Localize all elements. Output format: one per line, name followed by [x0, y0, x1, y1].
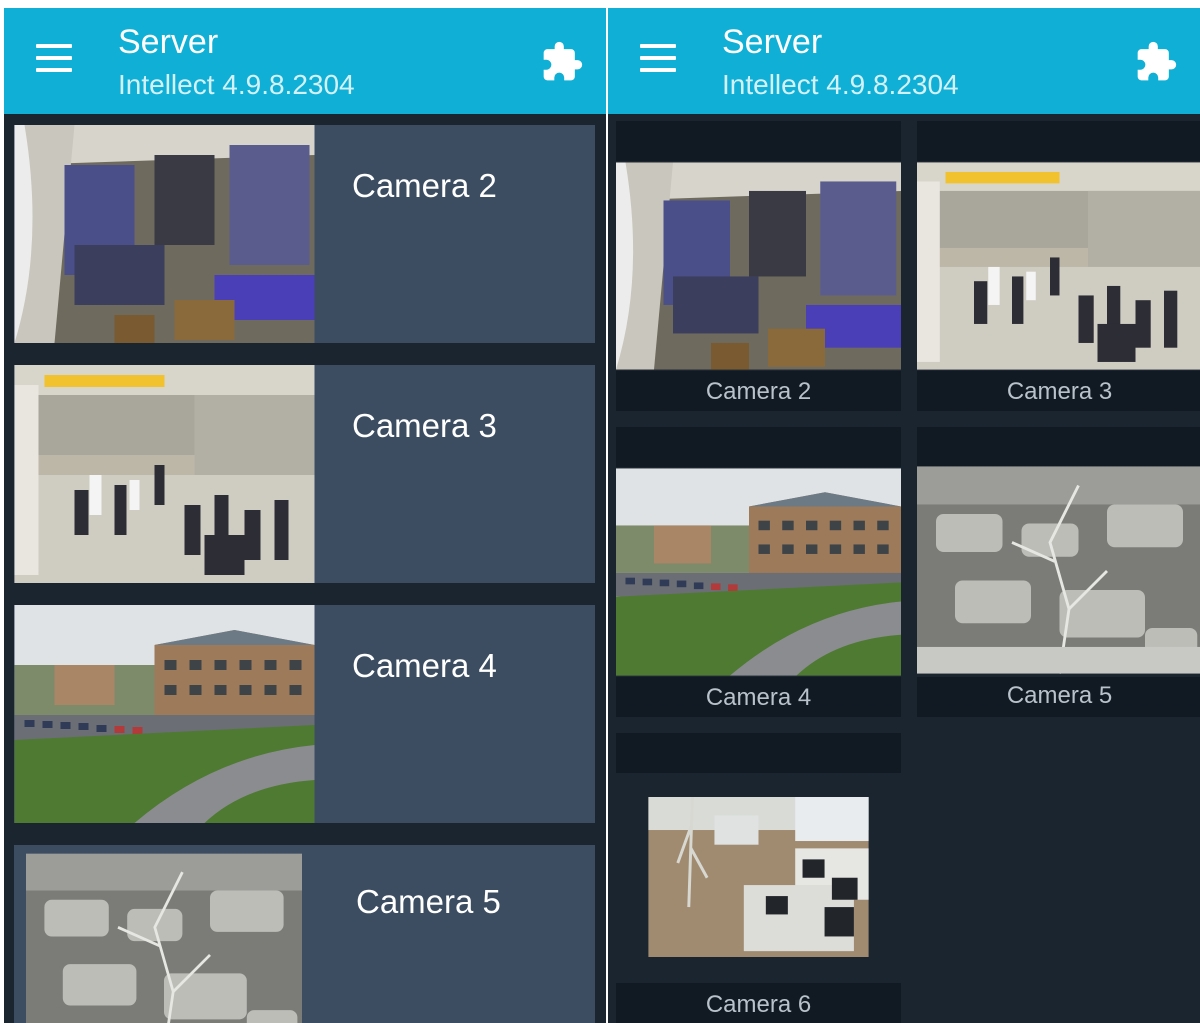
camera-grid-tile[interactable]: Camera 6: [616, 733, 901, 1023]
app-bar-titles: Server Intellect 4.9.8.2304: [722, 22, 959, 102]
app-title: Server: [118, 23, 219, 61]
app-bar: Server Intellect 4.9.8.2304: [608, 8, 1200, 114]
camera-label: Camera 6: [705, 991, 812, 1018]
camera-label: Camera 3: [1006, 378, 1113, 405]
camera-label: Camera 2: [705, 378, 812, 405]
camera-label: Camera 5: [1006, 682, 1113, 709]
tile-header: [616, 733, 901, 773]
camera-preview-image: [14, 605, 315, 823]
camera-preview-image: [616, 467, 901, 677]
list-view-screen: Server Intellect 4.9.8.2304 Camera 2 Cam…: [4, 8, 606, 1023]
camera-grid-tile[interactable]: Camera 5: [917, 427, 1200, 717]
camera-label: Camera 5: [356, 883, 501, 920]
camera-preview-image: [26, 845, 302, 1023]
camera-preview-image: [616, 797, 901, 957]
puzzle-piece-icon[interactable]: [540, 40, 584, 84]
camera-preview-image: [14, 365, 315, 583]
tile-header: [616, 427, 901, 467]
camera-label: Camera 4: [352, 647, 497, 684]
camera-list-item[interactable]: Camera 3: [14, 365, 595, 583]
camera-preview-image: [917, 455, 1200, 685]
tile-header: [917, 121, 1200, 161]
camera-label: Camera 4: [705, 684, 812, 711]
app-subtitle: Intellect 4.9.8.2304: [118, 69, 355, 100]
camera-preview-image: [616, 161, 901, 371]
app-bar: Server Intellect 4.9.8.2304: [4, 8, 606, 114]
puzzle-piece-icon[interactable]: [1134, 40, 1178, 84]
camera-list-item[interactable]: Camera 4: [14, 605, 595, 823]
camera-grid-tile[interactable]: Camera 4: [616, 427, 901, 717]
app-bar-titles: Server Intellect 4.9.8.2304: [118, 22, 355, 102]
camera-grid-tile[interactable]: Camera 2: [616, 121, 901, 411]
tile-header: [616, 121, 901, 161]
camera-preview-image: [917, 161, 1200, 371]
camera-preview-image: [14, 125, 315, 343]
camera-grid-tile[interactable]: Camera 3: [917, 121, 1200, 411]
camera-list-item[interactable]: Camera 2: [14, 125, 595, 343]
hamburger-menu-icon[interactable]: [36, 44, 72, 72]
app-subtitle: Intellect 4.9.8.2304: [722, 69, 959, 100]
grid-view-screen: Server Intellect 4.9.8.2304 Camera 2 Cam…: [608, 8, 1200, 1023]
camera-label: Camera 3: [352, 407, 497, 444]
camera-list-item[interactable]: Camera 5: [14, 845, 595, 1023]
hamburger-menu-icon[interactable]: [640, 44, 676, 72]
app-title: Server: [722, 23, 823, 61]
camera-label: Camera 2: [352, 167, 497, 204]
